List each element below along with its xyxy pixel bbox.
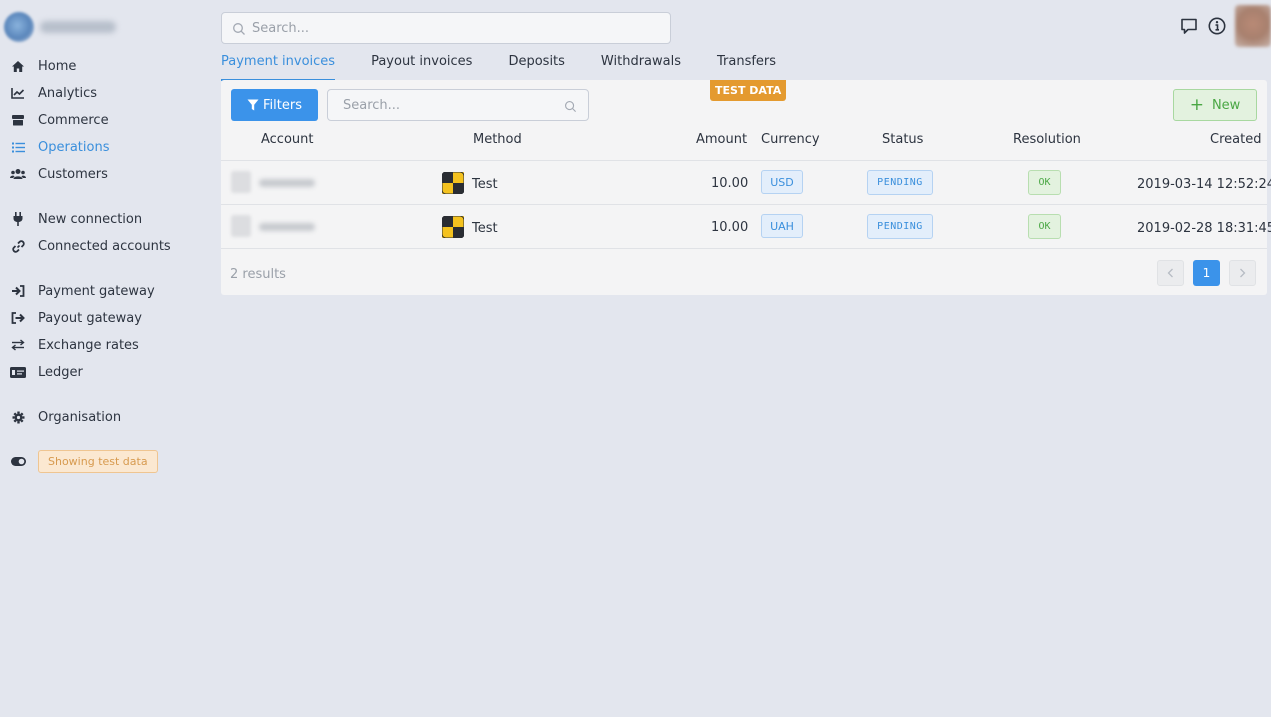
account-blurred [231,215,315,237]
created-date: 2019-02-28 18:31:45 [1137,221,1271,236]
sidebar-item-commerce[interactable]: Commerce [0,108,109,132]
link-icon [9,237,27,255]
top-right-actions [1179,5,1271,47]
resolution-badge: OK [1028,170,1061,195]
sidebar-item-label: Payment gateway [38,283,155,299]
created-date: 2019-03-14 12:52:24 [1137,177,1271,192]
sidebar-item-new-connection[interactable]: New connection [0,207,142,231]
sidebar-item-home[interactable]: Home [0,54,76,78]
exchange-icon [9,336,27,354]
sidebar-item-label: Customers [38,166,108,182]
column-header-method[interactable]: Method [473,132,522,147]
chart-line-icon [9,84,27,102]
gear-icon [9,408,27,426]
sidebar-item-organisation[interactable]: Organisation [0,405,121,429]
plus-icon: + [1189,94,1204,115]
column-header-account[interactable]: Account [261,132,314,147]
avatar[interactable] [1235,5,1271,47]
column-header-status[interactable]: Status [882,132,923,147]
users-icon [9,165,27,183]
plug-icon [9,210,27,228]
currency-badge: UAH [761,214,803,238]
resolution-badge: OK [1028,214,1061,239]
sidebar-item-label: Connected accounts [38,238,171,254]
sidebar-item-customers[interactable]: Customers [0,162,108,186]
sidebar-item-exchange-rates[interactable]: Exchange rates [0,333,139,357]
new-invoice-button[interactable]: + New [1173,89,1257,121]
test-data-badge: Showing test data [38,449,158,473]
chevron-right-icon [1240,268,1246,278]
next-page-button[interactable] [1229,260,1256,286]
store-icon [9,111,27,129]
tab-withdrawals[interactable]: Withdrawals [601,50,681,79]
info-icon[interactable] [1207,16,1227,36]
sidebar-item-label: Home [38,58,77,74]
brand-name-blurred [40,21,116,33]
sidebar-item-payment-gateway[interactable]: Payment gateway [0,279,155,303]
method-name: Test [472,221,498,236]
status-badge: PENDING [867,214,933,239]
table-row[interactable]: Test 10.00 USD PENDING OK 2019-03-14 12:… [221,160,1271,205]
test-data-banner: TEST DATA [710,80,787,101]
sidebar-item-payout-gateway[interactable]: Payout gateway [0,306,142,330]
tab-deposits[interactable]: Deposits [508,50,564,79]
tab-payout-invoices[interactable]: Payout invoices [371,50,472,79]
column-header-resolution[interactable]: Resolution [1013,132,1081,147]
prev-page-button[interactable] [1157,260,1184,286]
account-blurred [231,171,315,193]
search-icon [564,98,578,113]
invoices-card: Filters + New Account Method Amount Curr… [221,80,1271,295]
test-method-icon [442,216,464,238]
toggle-icon [9,452,27,470]
invoice-search[interactable] [327,89,589,121]
amount-value: 10.00 [711,176,749,191]
currency-badge: USD [761,170,803,194]
tabs: Payment invoices Payout invoices Deposit… [221,50,812,81]
sign-in-icon [9,282,27,300]
table-row[interactable]: Test 10.00 UAH PENDING OK 2019-02-28 18:… [221,204,1271,249]
method-name: Test [472,177,498,192]
sidebar-item-label: New connection [38,211,143,227]
sidebar-item-label: Analytics [38,85,98,101]
ledger-icon [9,363,27,381]
status-badge: PENDING [867,170,933,195]
invoice-search-input[interactable] [341,96,555,114]
list-icon [9,138,27,156]
tab-transfers[interactable]: Transfers [717,50,776,79]
results-count: 2 results [230,267,286,282]
test-method-icon [442,172,464,194]
table-divider [221,248,1267,249]
test-data-toggle[interactable]: Showing test data [0,449,158,473]
brand[interactable] [4,10,116,44]
sidebar-item-operations[interactable]: Operations [0,135,109,159]
new-button-label: New [1211,97,1241,113]
sidebar-item-label: Organisation [38,409,122,425]
sidebar-item-label: Commerce [38,112,109,128]
home-icon [9,57,27,75]
column-header-created[interactable]: Created [1210,132,1261,147]
global-search-input[interactable] [250,19,654,37]
brand-logo [4,12,34,42]
search-icon [232,21,246,35]
sidebar-item-ledger[interactable]: Ledger [0,360,83,384]
chat-icon[interactable] [1179,16,1199,36]
sidebar-item-analytics[interactable]: Analytics [0,81,97,105]
sidebar-item-label: Operations [38,139,110,155]
amount-value: 10.00 [711,220,749,235]
column-header-amount[interactable]: Amount [696,132,747,147]
tab-payment-invoices[interactable]: Payment invoices [221,50,336,81]
sidebar: Home Analytics Commerce Operations Custo… [0,0,205,717]
sidebar-item-label: Ledger [38,364,83,380]
filter-icon [247,99,259,111]
sidebar-item-connected-accounts[interactable]: Connected accounts [0,234,171,258]
filters-button[interactable]: Filters [231,89,318,121]
filters-label: Filters [263,97,302,113]
chevron-left-icon [1167,268,1173,278]
page-button-current[interactable]: 1 [1193,260,1220,286]
sidebar-item-label: Payout gateway [38,310,142,326]
global-search[interactable] [221,12,671,44]
column-header-currency[interactable]: Currency [761,132,820,147]
sign-out-icon [9,309,27,327]
sidebar-item-label: Exchange rates [38,337,139,353]
